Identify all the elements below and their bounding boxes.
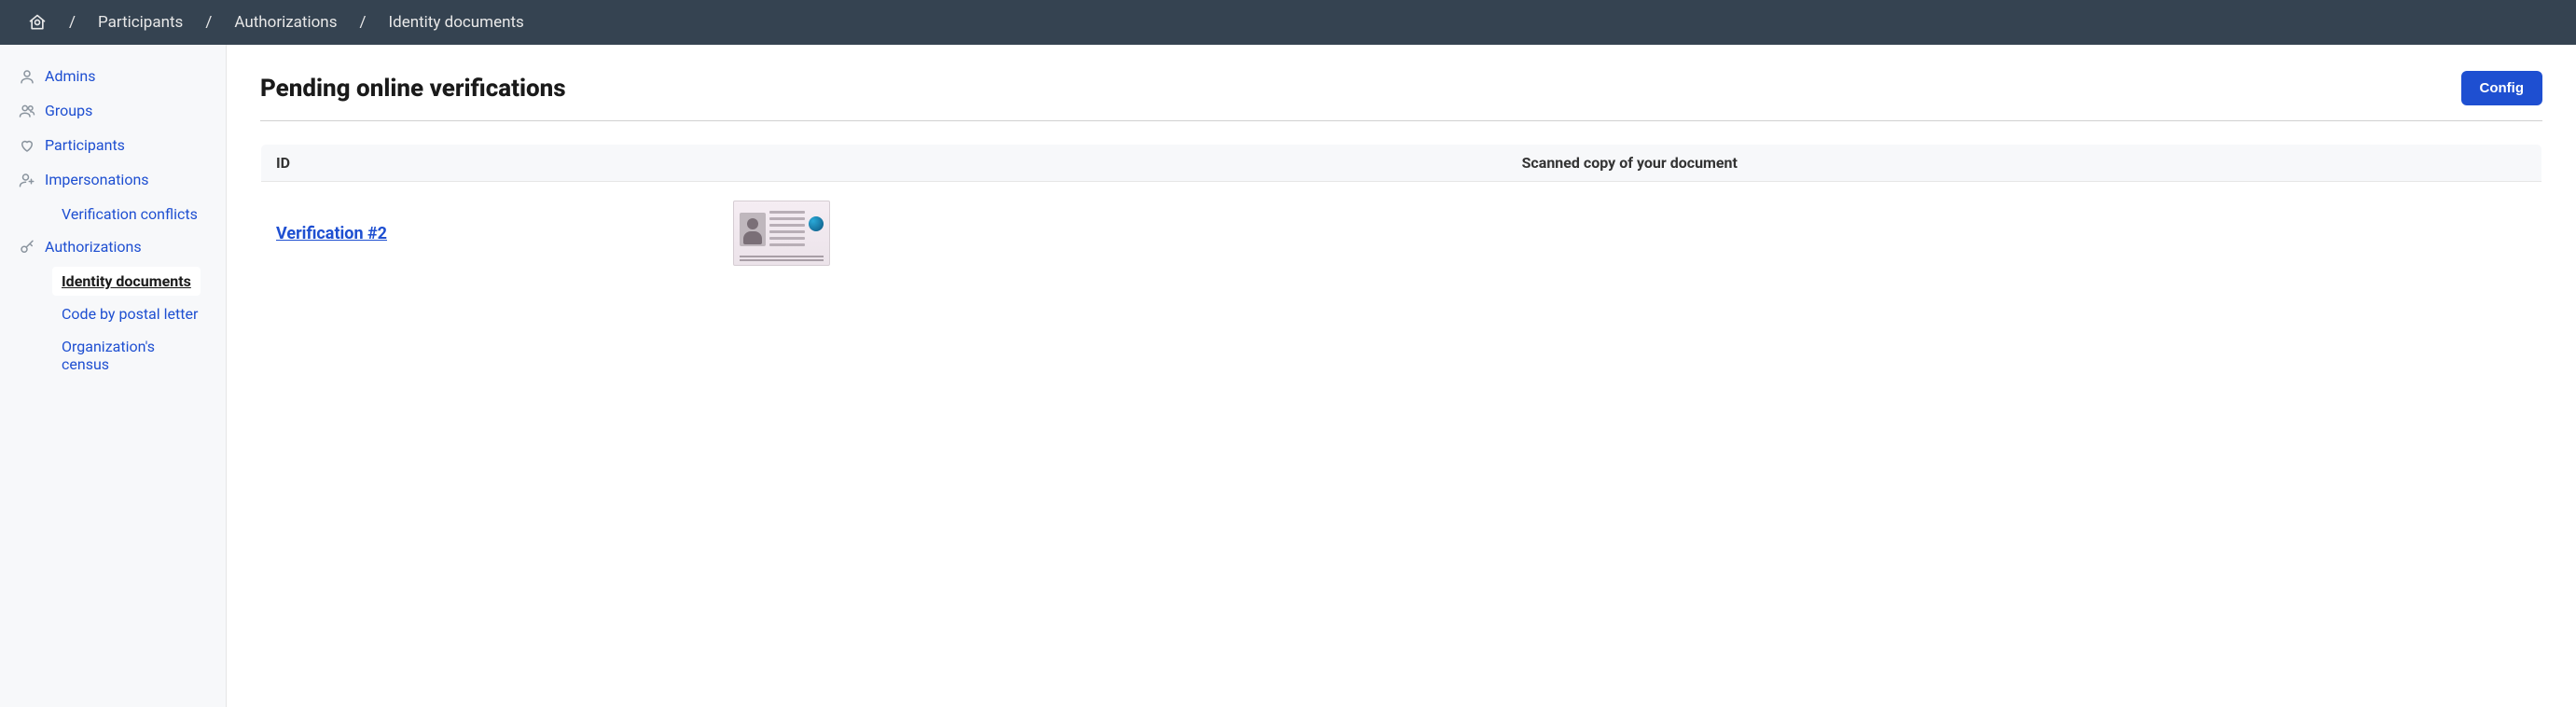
table-header-scan: Scanned copy of your document [718, 145, 2542, 182]
page-header: Pending online verifications Config [260, 71, 2542, 121]
breadcrumb-separator: / [359, 13, 366, 32]
document-thumbnail[interactable] [733, 201, 830, 266]
table-header-id: ID [261, 145, 718, 182]
sidebar-item-participants[interactable]: Participants [11, 131, 215, 159]
sidebar-item-impersonations[interactable]: Impersonations [11, 165, 215, 194]
sidebar-subitem-organizations-census[interactable]: Organization's census [52, 332, 215, 379]
breadcrumb: / Participants / Authorizations / Identi… [0, 0, 2576, 45]
sidebar-authorizations-sub: Identity documents Code by postal letter… [11, 267, 215, 382]
sidebar-subitem-verification-conflicts[interactable]: Verification conflicts [52, 200, 207, 229]
user-icon [19, 68, 35, 85]
sidebar-item-authorizations[interactable]: Authorizations [11, 232, 215, 261]
verifications-table: ID Scanned copy of your document Verific… [260, 144, 2542, 285]
breadcrumb-separator: / [69, 13, 76, 32]
document-mrz-icon [740, 256, 824, 261]
page-title: Pending online verifications [260, 75, 566, 103]
sidebar-item-label: Authorizations [45, 238, 142, 256]
breadcrumb-participants[interactable]: Participants [98, 13, 183, 32]
sidebar-impersonations-sub: Verification conflicts [11, 200, 215, 232]
sidebar-item-label: Admins [45, 67, 95, 85]
sidebar-item-label: Groups [45, 102, 92, 119]
sidebar-subitem-code-by-postal-letter[interactable]: Code by postal letter [52, 299, 207, 328]
main-content: Pending online verifications Config ID S… [227, 45, 2576, 707]
document-textlines-icon [769, 211, 805, 246]
breadcrumb-authorizations[interactable]: Authorizations [234, 13, 337, 32]
table-row: Verification #2 [261, 182, 2542, 285]
breadcrumb-separator: / [205, 13, 212, 32]
sidebar: Admins Groups Participants [0, 45, 227, 707]
heart-hands-icon [19, 137, 35, 154]
sidebar-subitem-identity-documents[interactable]: Identity documents [52, 267, 201, 296]
sidebar-item-label: Participants [45, 136, 125, 154]
config-button[interactable]: Config [2461, 71, 2542, 105]
sidebar-item-groups[interactable]: Groups [11, 96, 215, 125]
verification-link[interactable]: Verification #2 [276, 224, 387, 243]
sidebar-item-label: Impersonations [45, 171, 149, 188]
key-icon [19, 239, 35, 256]
home-icon[interactable] [28, 13, 47, 32]
breadcrumb-identity-documents[interactable]: Identity documents [388, 13, 523, 32]
document-photo-icon [740, 213, 766, 246]
sidebar-item-admins[interactable]: Admins [11, 62, 215, 90]
users-icon [19, 103, 35, 119]
user-plus-icon [19, 172, 35, 188]
